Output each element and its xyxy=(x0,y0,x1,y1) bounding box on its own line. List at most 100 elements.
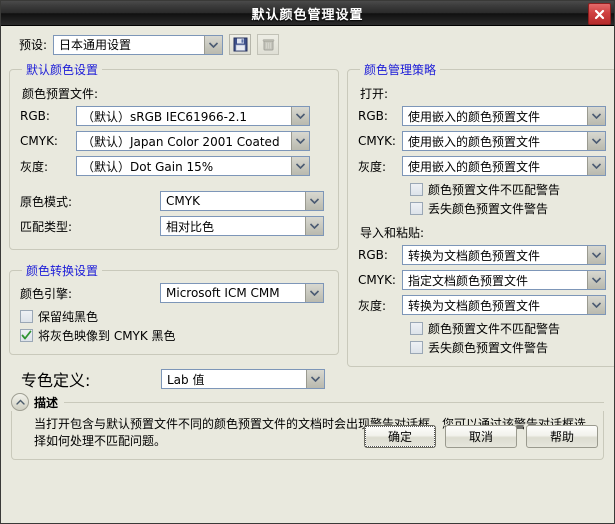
save-disk-icon xyxy=(233,37,248,52)
field-row-open-rgb: RGB: 使用嵌入的颜色预置文件 xyxy=(358,106,606,126)
group-color-conversion-settings: 颜色转换设置 颜色引擎: Microsoft ICM CMM 保留纯黑色 将灰色… xyxy=(9,262,339,355)
trash-icon xyxy=(261,37,276,52)
checkbox-open-missing-profile-warning[interactable] xyxy=(410,202,423,215)
checkbox-row-import-profile-mismatch-warning[interactable]: 颜色预置文件不匹配警告 xyxy=(410,320,606,337)
chevron-down-icon[interactable] xyxy=(291,132,309,150)
field-row-import-gray: 灰度: 转换为文档颜色预置文件 xyxy=(358,295,606,315)
label-open-missing-profile-warning: 丢失颜色预置文件警告 xyxy=(428,202,549,216)
label-spot-color: 专色定义: xyxy=(21,371,91,390)
checkbox-import-profile-mismatch-warning[interactable] xyxy=(410,322,423,335)
import-paste-section-label: 导入和粘贴: xyxy=(360,226,425,240)
checkbox-row-open-missing-profile-warning[interactable]: 丢失颜色预置文件警告 xyxy=(410,200,606,217)
color-profiles-label: 颜色预置文件: xyxy=(22,87,99,101)
combobox-import-rgb[interactable]: 转换为文档颜色预置文件 xyxy=(402,245,606,265)
label-import-missing-profile-warning: 丢失颜色预置文件警告 xyxy=(428,341,549,355)
group-default-color-settings-legend: 默认颜色设置 xyxy=(26,63,99,77)
chevron-down-icon[interactable] xyxy=(587,132,605,150)
combobox-profile-gray[interactable]: （默认）Dot Gain 15% xyxy=(76,156,310,176)
help-button-label: 帮助 xyxy=(549,430,574,445)
value-profile-cmyk: （默认）Japan Color 2001 Coated xyxy=(82,134,280,149)
chevron-down-icon[interactable] xyxy=(587,107,605,125)
checkbox-row-open-profile-mismatch-warning[interactable]: 颜色预置文件不匹配警告 xyxy=(410,181,606,198)
checkbox-row-map-gray-to-cmyk-black[interactable]: 将灰色映像到 CMYK 黑色 xyxy=(20,327,328,344)
title-bar: 默认颜色管理设置 xyxy=(1,1,614,26)
combobox-open-gray[interactable]: 使用嵌入的颜色预置文件 xyxy=(402,156,606,176)
preset-combobox[interactable]: 日本通用设置 xyxy=(53,34,224,55)
chevron-down-icon[interactable] xyxy=(291,157,309,175)
group-color-conversion-settings-legend: 颜色转换设置 xyxy=(26,264,99,278)
label-import-rgb: RGB: xyxy=(358,248,388,262)
checkbox-open-profile-mismatch-warning[interactable] xyxy=(410,183,423,196)
label-import-profile-mismatch-warning: 颜色预置文件不匹配警告 xyxy=(428,322,561,336)
value-spot-color: Lab 值 xyxy=(167,372,205,387)
ok-button[interactable]: 确定 xyxy=(364,425,436,449)
chevron-down-icon[interactable] xyxy=(204,35,223,54)
checkbox-row-import-missing-profile-warning[interactable]: 丢失颜色预置文件警告 xyxy=(410,339,606,356)
combobox-profile-cmyk[interactable]: （默认）Japan Color 2001 Coated xyxy=(76,131,310,151)
value-open-rgb: 使用嵌入的颜色预置文件 xyxy=(408,109,541,124)
description-divider xyxy=(64,401,604,403)
value-import-rgb: 转换为文档颜色预置文件 xyxy=(408,248,541,263)
value-open-gray: 使用嵌入的颜色预置文件 xyxy=(408,159,541,174)
check-mark-icon xyxy=(21,330,32,340)
combobox-open-rgb[interactable]: 使用嵌入的颜色预置文件 xyxy=(402,106,606,126)
combobox-open-cmyk[interactable]: 使用嵌入的颜色预置文件 xyxy=(402,131,606,151)
label-primary-mode: 原色模式: xyxy=(20,194,73,209)
cancel-button-label: 取消 xyxy=(468,430,493,445)
field-row-spot-color: 专色定义: Lab 值 xyxy=(11,367,339,391)
value-rendering-intent: 相对比色 xyxy=(166,219,215,234)
chevron-down-icon[interactable] xyxy=(291,107,309,125)
preset-label: 预设: xyxy=(19,38,48,52)
combobox-color-engine[interactable]: Microsoft ICM CMM xyxy=(160,283,324,303)
preset-value: 日本通用设置 xyxy=(59,38,132,52)
ok-button-label: 确定 xyxy=(365,426,435,448)
chevron-down-icon[interactable] xyxy=(587,246,605,264)
group-color-management-policies-legend: 颜色管理策略 xyxy=(364,63,437,77)
label-open-profile-mismatch-warning: 颜色预置文件不匹配警告 xyxy=(428,183,561,197)
chevron-down-icon[interactable] xyxy=(306,370,324,388)
chevron-down-icon[interactable] xyxy=(305,217,323,235)
left-column: 默认颜色设置 颜色预置文件: RGB: （默认）sRGB IEC61966-2.… xyxy=(9,61,339,391)
label-open-cmyk: CMYK: xyxy=(358,134,396,148)
combobox-import-cmyk[interactable]: 指定文档颜色预置文件 xyxy=(402,270,606,290)
help-button[interactable]: 帮助 xyxy=(526,425,598,449)
description-title: 描述 xyxy=(34,395,59,410)
checkbox-map-gray-to-cmyk-black[interactable] xyxy=(20,329,33,342)
checkbox-import-missing-profile-warning[interactable] xyxy=(410,341,423,354)
field-row-color-engine: 颜色引擎: Microsoft ICM CMM xyxy=(20,283,328,303)
value-profile-gray: （默认）Dot Gain 15% xyxy=(82,159,214,174)
label-profile-gray: 灰度: xyxy=(20,159,49,174)
label-color-engine: 颜色引擎: xyxy=(20,286,73,301)
close-icon[interactable] xyxy=(588,3,611,25)
checkbox-row-preserve-pure-black[interactable]: 保留纯黑色 xyxy=(20,308,328,325)
chevron-down-icon[interactable] xyxy=(587,271,605,289)
field-row-profile-gray: 灰度: （默认）Dot Gain 15% xyxy=(20,156,328,176)
save-preset-button[interactable] xyxy=(229,34,252,55)
checkbox-preserve-pure-black[interactable] xyxy=(20,310,33,323)
chevron-up-icon[interactable] xyxy=(11,393,29,411)
settings-columns: 默认颜色设置 颜色预置文件: RGB: （默认）sRGB IEC61966-2.… xyxy=(1,61,614,391)
chevron-down-icon[interactable] xyxy=(305,284,323,302)
label-preserve-pure-black: 保留纯黑色 xyxy=(38,310,99,324)
delete-preset-button[interactable] xyxy=(257,34,280,55)
combobox-primary-mode[interactable]: CMYK xyxy=(160,191,324,211)
combobox-spot-color[interactable]: Lab 值 xyxy=(161,369,325,389)
chevron-down-icon[interactable] xyxy=(587,296,605,314)
combobox-import-gray[interactable]: 转换为文档颜色预置文件 xyxy=(402,295,606,315)
field-row-import-rgb: RGB: 转换为文档颜色预置文件 xyxy=(358,245,606,265)
combobox-profile-rgb[interactable]: （默认）sRGB IEC61966-2.1 xyxy=(76,106,310,126)
label-import-gray: 灰度: xyxy=(358,298,387,313)
field-row-profile-rgb: RGB: （默认）sRGB IEC61966-2.1 xyxy=(20,106,328,126)
value-primary-mode: CMYK xyxy=(166,194,200,208)
value-import-cmyk: 指定文档颜色预置文件 xyxy=(408,273,529,288)
field-row-open-cmyk: CMYK: 使用嵌入的颜色预置文件 xyxy=(358,131,606,151)
cancel-button[interactable]: 取消 xyxy=(445,425,517,449)
field-row-open-gray: 灰度: 使用嵌入的颜色预置文件 xyxy=(358,156,606,176)
preset-row: 预设: 日本通用设置 xyxy=(1,26,614,61)
label-profile-cmyk: CMYK: xyxy=(20,134,58,148)
chevron-down-icon[interactable] xyxy=(587,157,605,175)
page-title: 默认颜色管理设置 xyxy=(251,7,364,23)
chevron-down-icon[interactable] xyxy=(305,192,323,210)
combobox-rendering-intent[interactable]: 相对比色 xyxy=(160,216,324,236)
label-open-rgb: RGB: xyxy=(358,109,388,123)
